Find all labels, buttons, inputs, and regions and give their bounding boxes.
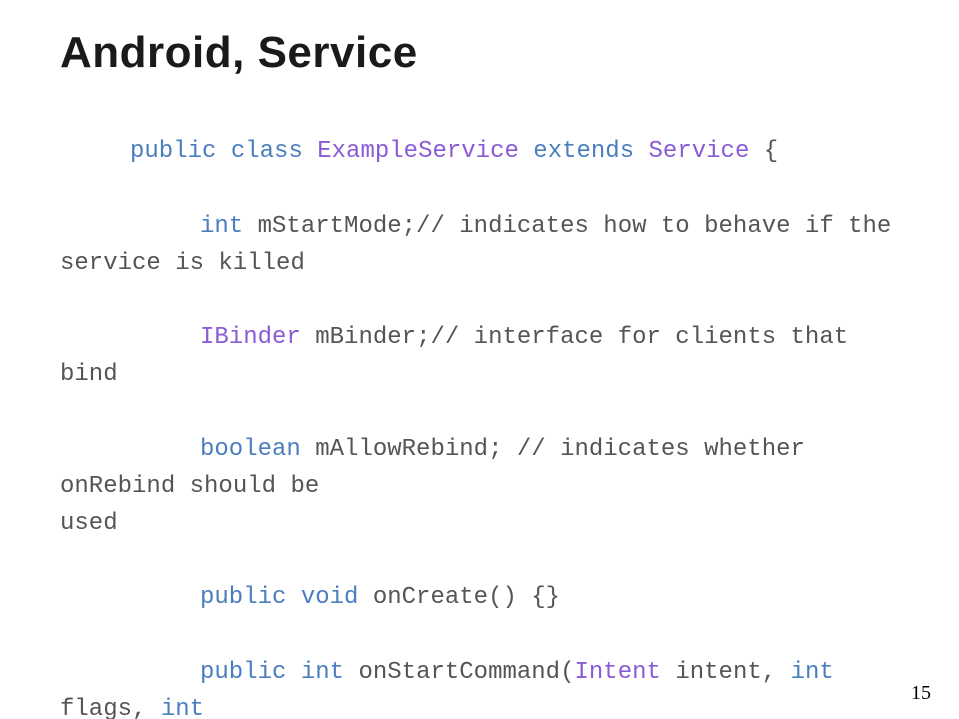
punct-comma1: ,: [762, 659, 791, 686]
keyword-extends: extends: [533, 138, 634, 165]
keyword-int4: int: [161, 696, 204, 719]
punct-comma2: ,: [132, 696, 161, 719]
comment-binder: ;// interface for clients that bind: [60, 324, 863, 388]
keyword-void: void: [301, 584, 359, 611]
page-number: 15: [911, 682, 931, 705]
type-ibinder: IBinder: [200, 324, 301, 351]
keyword-public: public: [130, 138, 216, 165]
keyword-int: int: [200, 213, 243, 240]
id-mstartmode: mStartMode: [258, 213, 402, 240]
id-onstartcommand: onStartCommand: [358, 659, 560, 686]
code-block: public class ExampleService extends Serv…: [60, 96, 899, 719]
id-intent1: intent: [675, 659, 761, 686]
id-used: used: [60, 510, 118, 537]
keyword-boolean: boolean: [200, 436, 301, 463]
punct-open-brace: {: [749, 138, 778, 165]
comment-startmode: ;// indicates how to behave if the servi…: [60, 213, 906, 277]
id-mbinder: mBinder: [315, 324, 416, 351]
punct-paren-open1: (: [560, 659, 574, 686]
id-flags: flags: [60, 696, 132, 719]
punct-empty1: () {}: [488, 584, 560, 611]
type-exampleservice: ExampleService: [317, 138, 519, 165]
keyword-int2: int: [301, 659, 344, 686]
id-oncreate: onCreate: [373, 584, 488, 611]
type-service: Service: [649, 138, 750, 165]
type-intent1: Intent: [575, 659, 661, 686]
page-title: Android, Service: [60, 28, 899, 78]
keyword-int3: int: [791, 659, 834, 686]
keyword-public2: public: [200, 584, 286, 611]
keyword-public3: public: [200, 659, 286, 686]
keyword-class: class: [231, 138, 303, 165]
id-mallowrebind: mAllowRebind: [315, 436, 488, 463]
slide: Android, Service public class ExampleSer…: [0, 0, 959, 719]
